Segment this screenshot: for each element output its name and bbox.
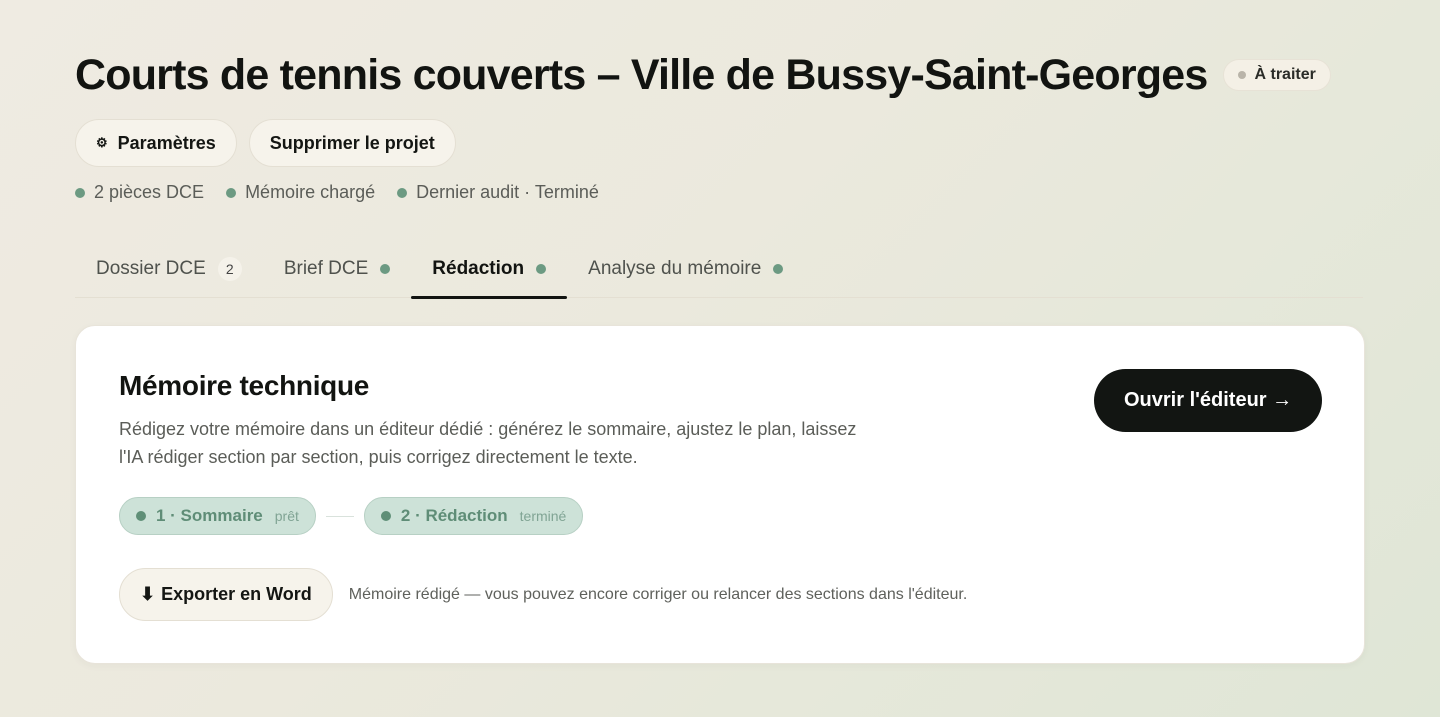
delete-project-button[interactable]: Supprimer le projet bbox=[248, 119, 456, 167]
memoire-technique-card: Mémoire technique Rédigez votre mémoire … bbox=[75, 325, 1365, 664]
project-actions: ⚙ Paramètres Supprimer le projet bbox=[75, 119, 456, 167]
status-dot-icon bbox=[75, 187, 85, 198]
meta-item-label: 2 pièces DCE bbox=[94, 182, 205, 202]
tab-analyse-memoire[interactable]: Analyse du mémoire bbox=[567, 240, 804, 298]
tab-brief-dce[interactable]: Brief DCE bbox=[263, 240, 411, 298]
status-dot-icon bbox=[226, 187, 237, 198]
status-dot-icon bbox=[1238, 71, 1247, 79]
meta-item-dce: 2 pièces DCE bbox=[75, 182, 204, 203]
tab-label: Brief DCE bbox=[283, 258, 369, 279]
title-row: Courts de tennis couverts – Ville de Bus… bbox=[75, 50, 1331, 100]
tab-count-badge: 2 bbox=[217, 257, 242, 281]
step-dot-icon bbox=[380, 511, 391, 521]
settings-button[interactable]: ⚙ Paramètres bbox=[75, 119, 237, 167]
step-label: 2 · Rédaction bbox=[400, 506, 508, 525]
tab-bar: Dossier DCE 2 Brief DCE Rédaction Analys… bbox=[75, 240, 1363, 299]
tab-label: Analyse du mémoire bbox=[588, 258, 762, 279]
download-icon: ⬇ bbox=[140, 584, 156, 604]
step-dot-icon bbox=[136, 511, 146, 521]
status-dot-icon bbox=[397, 187, 408, 198]
meta-item-label: Dernier audit · Terminé bbox=[416, 182, 599, 202]
card-title: Mémoire technique bbox=[119, 370, 370, 401]
step-label: 1 · Sommaire bbox=[156, 506, 263, 525]
settings-button-label: Paramètres bbox=[117, 132, 216, 153]
tab-dossier-dce[interactable]: Dossier DCE 2 bbox=[75, 240, 263, 298]
gear-icon: ⚙ bbox=[96, 135, 108, 150]
card-description: Rédigez votre mémoire dans un éditeur dé… bbox=[119, 419, 857, 467]
tab-status-dot-icon bbox=[773, 264, 784, 274]
meta-item-audit: Dernier audit · Terminé bbox=[397, 182, 599, 203]
meta-item-label: Mémoire chargé bbox=[245, 182, 376, 202]
status-badge-label: À traiter bbox=[1254, 66, 1316, 83]
progress-steps: 1 · Sommaire prêt 2 · Rédaction terminé bbox=[119, 497, 584, 535]
step-state: terminé bbox=[519, 508, 567, 524]
export-word-button[interactable]: ⬇ Exporter en Word bbox=[119, 568, 333, 621]
project-meta: 2 pièces DCE Mémoire chargé Dernier audi… bbox=[75, 182, 599, 203]
tab-status-dot-icon bbox=[380, 264, 391, 274]
step-state: prêt bbox=[274, 508, 299, 524]
open-editor-button[interactable]: Ouvrir l'éditeur → bbox=[1094, 369, 1323, 432]
export-row: ⬇ Exporter en Word Mémoire rédigé — vous… bbox=[119, 568, 967, 621]
tab-status-dot-icon bbox=[536, 264, 547, 274]
tab-label: Dossier DCE bbox=[96, 258, 206, 279]
tab-label: Rédaction bbox=[432, 258, 525, 279]
export-note: Mémoire rédigé — vous pouvez encore corr… bbox=[348, 585, 968, 603]
export-button-label: Exporter en Word bbox=[161, 584, 312, 604]
tab-redaction[interactable]: Rédaction bbox=[411, 240, 567, 299]
step-connector bbox=[325, 515, 354, 517]
page-title: Courts de tennis couverts – Ville de Bus… bbox=[75, 51, 1208, 99]
meta-item-memoire: Mémoire chargé bbox=[226, 182, 375, 203]
step-sommaire: 1 · Sommaire prêt bbox=[119, 497, 316, 535]
step-redaction: 2 · Rédaction terminé bbox=[363, 497, 584, 535]
status-badge: À traiter bbox=[1223, 59, 1331, 91]
